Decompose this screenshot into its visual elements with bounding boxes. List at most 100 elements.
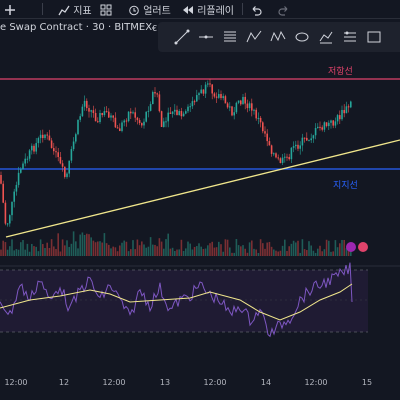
measure-icon[interactable] xyxy=(318,29,334,45)
volume-bar xyxy=(292,240,295,256)
candle-body xyxy=(121,122,123,131)
volume-bar xyxy=(123,240,125,256)
horizontal-line-icon[interactable] xyxy=(198,29,214,45)
forecast-icon[interactable] xyxy=(342,29,358,45)
volume-bar xyxy=(325,239,328,256)
candle-body xyxy=(22,163,24,170)
zigzag-icon[interactable] xyxy=(270,29,286,45)
candle-body xyxy=(123,120,125,123)
volume-bar xyxy=(248,242,251,256)
volume-bar xyxy=(143,244,145,256)
candle-body xyxy=(138,120,141,124)
volume-bar xyxy=(110,248,112,256)
volume-bar xyxy=(317,248,319,256)
candle-body xyxy=(334,121,337,126)
candle-body xyxy=(154,92,156,94)
volume-bar xyxy=(240,246,242,256)
candle-body xyxy=(266,133,268,142)
candle-body xyxy=(325,122,328,127)
trendline-icon[interactable] xyxy=(174,29,190,45)
volume-bar xyxy=(147,246,150,256)
candle-body xyxy=(6,223,9,225)
volume-bar xyxy=(46,242,48,256)
volume-bar xyxy=(158,238,161,256)
candle-body xyxy=(233,112,235,116)
volume-bar xyxy=(299,252,301,256)
volume-bar xyxy=(224,239,227,256)
candle-body xyxy=(46,134,48,136)
volume-bar xyxy=(334,240,337,256)
volume-bar xyxy=(64,245,66,256)
candle-body xyxy=(0,175,2,184)
volume-bar xyxy=(244,248,246,256)
candle-body xyxy=(180,111,183,117)
volume-bar xyxy=(198,243,200,256)
candle-body xyxy=(270,145,273,154)
candle-body xyxy=(79,116,81,120)
volume-bar xyxy=(319,245,321,256)
candle-body xyxy=(240,100,242,105)
volume-bar xyxy=(4,242,7,256)
volume-bar xyxy=(33,246,35,256)
pattern-icon[interactable] xyxy=(246,29,262,45)
candle-body xyxy=(127,111,130,122)
volume-bar xyxy=(314,252,317,256)
candle-body xyxy=(299,145,301,149)
candle-body xyxy=(9,215,11,224)
volume-bar xyxy=(330,251,332,256)
volume-bar xyxy=(343,239,345,256)
candle-body xyxy=(174,109,176,112)
volume-bar xyxy=(132,240,134,256)
rectangle-icon[interactable] xyxy=(366,29,382,45)
volume-bar xyxy=(191,249,194,256)
candle-body xyxy=(242,96,244,105)
candle-body xyxy=(279,158,282,163)
candle-body xyxy=(33,145,35,152)
volume-bar xyxy=(55,249,57,256)
fib-icon[interactable] xyxy=(222,29,238,45)
ellipse-icon[interactable] xyxy=(294,29,310,45)
candle-body xyxy=(125,120,128,122)
volume-bar xyxy=(0,249,2,256)
volume-bar xyxy=(204,248,207,256)
candle-body xyxy=(48,135,51,141)
candle-body xyxy=(268,141,271,146)
candle-body xyxy=(20,169,22,173)
candle-body xyxy=(347,106,350,108)
candle-body xyxy=(222,96,224,99)
volume-bar xyxy=(220,244,222,256)
volume-bar xyxy=(125,241,128,256)
candle-body xyxy=(57,152,59,158)
candle-body xyxy=(134,112,136,118)
candle-body xyxy=(92,110,95,114)
volume-bar xyxy=(215,247,218,256)
candle-body xyxy=(330,120,332,123)
volume-bar xyxy=(105,243,108,256)
candle-body xyxy=(68,160,70,174)
volume-bar xyxy=(156,246,158,256)
candle-body xyxy=(251,103,253,111)
candle-body xyxy=(345,106,348,114)
candle-body xyxy=(94,113,97,122)
candle-body xyxy=(44,134,46,139)
candle-body xyxy=(277,157,279,159)
candle-body xyxy=(167,112,169,122)
volume-bar xyxy=(116,251,119,256)
volume-bar xyxy=(185,248,187,256)
volume-bar xyxy=(57,233,59,256)
support-label: 지지선 xyxy=(333,181,358,191)
volume-bar xyxy=(284,239,286,256)
candle-body xyxy=(86,100,88,109)
volume-bar xyxy=(207,245,209,256)
candle-body xyxy=(284,156,286,158)
volume-bar xyxy=(42,244,44,256)
candle-body xyxy=(4,202,7,224)
candle-body xyxy=(189,106,191,108)
candle-body xyxy=(196,95,198,102)
candle-body xyxy=(218,94,220,98)
volume-bar xyxy=(15,249,18,256)
volume-bar xyxy=(301,239,304,256)
candle-body xyxy=(15,184,18,192)
volume-bar xyxy=(101,242,103,256)
candle-body xyxy=(37,138,40,144)
